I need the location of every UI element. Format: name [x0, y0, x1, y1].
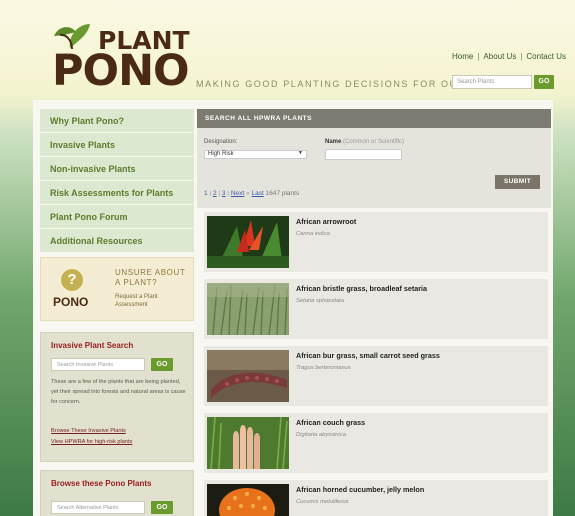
- site-search-input[interactable]: Search Plants: [452, 75, 532, 89]
- question-mark-icon: ?: [61, 269, 83, 291]
- pono-small-logo: PONO: [53, 295, 89, 309]
- top-nav-about[interactable]: About Us: [483, 52, 516, 61]
- page-link-2[interactable]: 2: [213, 190, 217, 197]
- sidebar-nav: Why Plant Pono? Invasive Plants Non-inva…: [40, 109, 194, 253]
- plant-list-item[interactable]: African arrowroot Canna indica: [204, 212, 548, 272]
- invasive-search-description: These are a few of the plants that are b…: [51, 379, 186, 405]
- designation-value: High Risk: [208, 151, 234, 157]
- logo-text-pono: PONO: [52, 46, 190, 96]
- invasive-search-title: Invasive Plant Search: [51, 341, 134, 350]
- name-label-group: Name (Common or Scientific): [325, 139, 404, 145]
- plant-scientific-name: Cucumis metuliferus: [296, 499, 349, 505]
- plant-common-name[interactable]: African arrowroot: [296, 217, 356, 226]
- sidebar-item-risk-assessments[interactable]: Risk Assessments for Plants: [40, 181, 194, 205]
- page-link-3[interactable]: 3: [222, 190, 226, 197]
- plant-scientific-name: Setaria sphacelata: [296, 298, 345, 304]
- sidebar-item-why-plant-pono[interactable]: Why Plant Pono?: [40, 109, 194, 133]
- name-label: Name: [325, 139, 342, 145]
- sidebar-item-invasive-plants[interactable]: Invasive Plants: [40, 133, 194, 157]
- page-current: 1: [204, 190, 208, 197]
- browse-pono-input[interactable]: Search Alternative Plants: [51, 501, 145, 514]
- plant-pono-logo[interactable]: PLANT PONO: [48, 20, 190, 95]
- plant-scientific-name: Digitaria abyssinica: [296, 432, 346, 438]
- plant-common-name[interactable]: African couch grass: [296, 418, 365, 427]
- pagination: 1 | 2 | 3 | Next » Last 1647 plants: [204, 190, 300, 197]
- designation-select[interactable]: High Risk ▼: [204, 150, 307, 159]
- plant-photo-couch-grass: [207, 417, 289, 469]
- plant-list-item[interactable]: African horned cucumber, jelly melon Cuc…: [204, 480, 548, 516]
- unsure-title: UNSURE ABOUT A PLANT?: [115, 268, 186, 287]
- plant-photo-grass: [207, 283, 289, 335]
- plant-photo-bur-grass: [207, 350, 289, 402]
- browse-pono-go-button[interactable]: GO: [151, 501, 173, 514]
- plant-photo-canna: [207, 216, 289, 268]
- sidebar-item-additional-resources[interactable]: Additional Resources: [40, 229, 194, 253]
- results-count: 1647 plants: [265, 190, 300, 197]
- browse-invasive-plants-link[interactable]: Browse These Invasive Plants: [51, 428, 126, 434]
- chevron-down-icon: ▼: [298, 150, 303, 156]
- plant-list-item[interactable]: African couch grass Digitaria abyssinica: [204, 413, 548, 473]
- site-search-go-button[interactable]: GO: [534, 75, 554, 89]
- plant-scientific-name: Canna indica: [296, 231, 330, 237]
- search-panel-heading: SEARCH ALL HPWRA PLANTS: [197, 109, 551, 128]
- invasive-search-go-button[interactable]: GO: [151, 358, 173, 371]
- plant-list-item[interactable]: African bristle grass, broadleaf setaria…: [204, 279, 548, 339]
- invasive-search-input[interactable]: Search Invasive Plants: [51, 358, 145, 371]
- plant-common-name[interactable]: African bur grass, small carrot seed gra…: [296, 351, 440, 360]
- top-nav: Home | About Us | Contact Us: [452, 52, 566, 61]
- plant-common-name[interactable]: African bristle grass, broadleaf setaria: [296, 284, 427, 293]
- unsure-about-plant-promo[interactable]: ? PONO UNSURE ABOUT A PLANT? Request a P…: [40, 257, 194, 321]
- page-last-link[interactable]: Last: [251, 190, 263, 197]
- top-nav-home[interactable]: Home: [452, 52, 473, 61]
- top-nav-contact[interactable]: Contact Us: [526, 52, 566, 61]
- plant-scientific-name: Tragus berteronianus: [296, 365, 351, 371]
- plant-list-item[interactable]: African bur grass, small carrot seed gra…: [204, 346, 548, 406]
- view-hpwra-link[interactable]: View HPWRA for high-risk plants: [51, 439, 132, 445]
- browse-pono-plants-box: Browse these Pono Plants Search Alternat…: [40, 470, 194, 516]
- invasive-plant-search-box: Invasive Plant Search Search Invasive Pl…: [40, 332, 194, 462]
- unsure-subtitle: Request a Plant Assessment: [115, 294, 158, 308]
- designation-label: Designation:: [204, 139, 238, 145]
- name-search-input[interactable]: [325, 149, 402, 160]
- page-next-link[interactable]: Next: [231, 190, 244, 197]
- plant-photo-horned-cucumber: [207, 484, 289, 516]
- browse-pono-title: Browse these Pono Plants: [51, 479, 152, 488]
- submit-button[interactable]: SUBMIT: [495, 175, 540, 189]
- sidebar-item-forum[interactable]: Plant Pono Forum: [40, 205, 194, 229]
- sidebar-item-non-invasive-plants[interactable]: Non-invasive Plants: [40, 157, 194, 181]
- plant-common-name[interactable]: African horned cucumber, jelly melon: [296, 485, 424, 494]
- name-hint: (Common or Scientific): [343, 139, 405, 145]
